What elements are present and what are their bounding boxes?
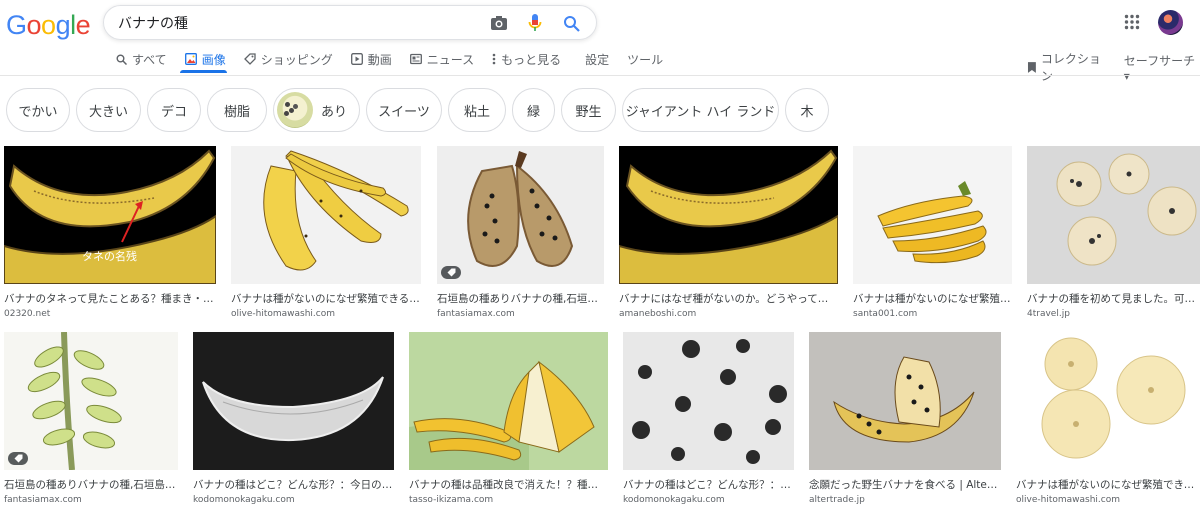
image-result[interactable]: 念願だった野生バナナを食べる | Alter Tra... altertrade… — [809, 332, 1001, 505]
result-image[interactable] — [4, 332, 178, 470]
result-title[interactable]: バナナのタネって見たことある？種まき・育苗... — [4, 291, 216, 306]
collections-link[interactable]: コレクション — [1027, 50, 1112, 84]
result-title[interactable]: 石垣島の種ありバナナの種,石垣島の... — [437, 291, 604, 306]
avatar[interactable] — [1158, 10, 1183, 35]
chip-sweets[interactable]: スイーツ — [366, 88, 442, 132]
search-input[interactable] — [118, 14, 488, 31]
refinement-chips: でかい 大きい デコ 樹脂 あり スイーツ 粘土 緑 野生 ジャイアント ハイ … — [6, 88, 829, 132]
safesearch-dropdown[interactable]: セーフサーチ▾ — [1124, 52, 1200, 83]
result-source[interactable]: fantasiamax.com — [4, 495, 178, 505]
image-result[interactable]: バナナの種を初めて見ました。可愛... 4travel.jp — [1027, 146, 1200, 319]
result-source[interactable]: fantasiamax.com — [437, 309, 604, 319]
chip-ari[interactable]: あり — [273, 88, 360, 132]
active-tab-indicator — [180, 70, 227, 73]
more-vert-icon — [492, 53, 496, 65]
chip-deko[interactable]: デコ — [147, 88, 201, 132]
microphone-icon[interactable] — [524, 12, 546, 34]
result-image[interactable] — [231, 146, 421, 284]
result-title[interactable]: バナナの種は品種改良で消えた！？種がなし... — [409, 477, 608, 492]
result-source[interactable]: kodomonokagaku.com — [193, 495, 394, 505]
google-logo[interactable]: Google — [6, 10, 91, 41]
result-title[interactable]: バナナにはなぜ種がないのか。どうやって子孫... — [619, 291, 838, 306]
image-result[interactable]: バナナは種がないのになぜ繁殖できるの... olive-hitomawashi.… — [231, 146, 421, 319]
result-source[interactable]: olive-hitomawashi.com — [1016, 495, 1200, 505]
result-source[interactable]: tasso-ikizama.com — [409, 495, 608, 505]
right-tools: コレクション セーフサーチ▾ — [1027, 50, 1200, 84]
image-icon — [184, 53, 197, 65]
chip-yasei[interactable]: 野生 — [561, 88, 616, 132]
result-title[interactable]: バナナは種がないのになぜ繁殖できるの... — [231, 291, 421, 306]
chip-jushi[interactable]: 樹脂 — [207, 88, 267, 132]
tag-icon — [243, 53, 256, 65]
result-title[interactable]: バナナは種がないのになぜ繁殖できる... — [1016, 477, 1200, 492]
result-image[interactable] — [1027, 146, 1200, 284]
result-title[interactable]: バナナの種を初めて見ました。可愛... — [1027, 291, 1200, 306]
result-image[interactable] — [623, 332, 794, 470]
tab-videos[interactable]: 動画 — [350, 50, 392, 68]
result-image[interactable] — [437, 146, 604, 284]
result-title[interactable]: バナナは種がないのになぜ繁殖で... — [853, 291, 1012, 306]
tab-news[interactable]: ニュース — [409, 50, 474, 68]
image-result[interactable]: バナナの種はどこ？どんな形？：今日のはて... kodomonokagaku.c… — [193, 332, 394, 505]
bookmark-icon — [1027, 61, 1036, 73]
result-image[interactable]: タネの名残 — [4, 146, 216, 284]
tab-shopping[interactable]: ショッピング — [243, 50, 333, 68]
search-tabs: すべて 画像 ショッピング 動画 ニュース もっと見る 設定 ツール — [116, 50, 681, 68]
result-title[interactable]: バナナの種はどこ？どんな形？：今日... — [623, 477, 794, 492]
product-tag-icon — [441, 266, 461, 279]
header-divider — [0, 75, 1200, 76]
chip-giant-highland[interactable]: ジャイアント ハイ ランド — [622, 88, 779, 132]
product-tag-icon — [8, 452, 28, 465]
image-result[interactable]: バナナの種は品種改良で消えた！？種がなし... tasso-ikizama.co… — [409, 332, 608, 505]
result-source[interactable]: altertrade.jp — [809, 495, 1001, 505]
chip-midori[interactable]: 緑 — [512, 88, 555, 132]
result-source[interactable]: amaneboshi.com — [619, 309, 838, 319]
image-overlay-text: タネの名残 — [82, 249, 137, 263]
tools-link[interactable]: ツール — [627, 51, 663, 68]
tab-images[interactable]: 画像 — [184, 50, 226, 68]
chip-ookii[interactable]: 大きい — [76, 88, 141, 132]
chip-thumbnail — [277, 92, 313, 128]
result-image[interactable] — [409, 332, 608, 470]
search-icon[interactable] — [560, 12, 582, 34]
image-result[interactable]: バナナの種はどこ？どんな形？：今日... kodomonokagaku.com — [623, 332, 794, 505]
result-source[interactable]: olive-hitomawashi.com — [231, 309, 421, 319]
chip-ki[interactable]: 木 — [785, 88, 829, 132]
tab-all[interactable]: すべて — [116, 50, 167, 68]
tab-more[interactable]: もっと見る — [492, 50, 561, 68]
result-title[interactable]: 石垣島の種ありバナナの種,石垣島の... — [4, 477, 178, 492]
result-image[interactable] — [193, 332, 394, 470]
image-result[interactable]: 石垣島の種ありバナナの種,石垣島の... fantasiamax.com — [4, 332, 178, 505]
image-result[interactable]: バナナは種がないのになぜ繁殖できる... olive-hitomawashi.c… — [1016, 332, 1200, 505]
result-image[interactable] — [809, 332, 1001, 470]
result-source[interactable]: santa001.com — [853, 309, 1012, 319]
play-icon — [350, 53, 363, 65]
result-image[interactable] — [1016, 332, 1200, 470]
image-result[interactable]: 石垣島の種ありバナナの種,石垣島の... fantasiamax.com — [437, 146, 604, 319]
search-box[interactable] — [103, 5, 597, 40]
image-result[interactable]: バナナにはなぜ種がないのか。どうやって子孫... amaneboshi.com — [619, 146, 838, 319]
result-source[interactable]: kodomonokagaku.com — [623, 495, 794, 505]
camera-icon[interactable] — [488, 12, 510, 34]
result-image[interactable] — [619, 146, 838, 284]
result-title[interactable]: 念願だった野生バナナを食べる | Alter Tra... — [809, 477, 1001, 492]
chip-nendo[interactable]: 粘土 — [448, 88, 506, 132]
image-result[interactable]: バナナは種がないのになぜ繁殖で... santa001.com — [853, 146, 1012, 319]
chip-dekai[interactable]: でかい — [6, 88, 70, 132]
image-result[interactable]: タネの名残 バナナのタネって見たことある？種まき・育苗... 02320.net — [4, 146, 216, 319]
search-icon — [116, 54, 127, 65]
apps-grid-icon[interactable] — [1124, 14, 1140, 34]
result-image[interactable] — [853, 146, 1012, 284]
news-icon — [409, 53, 422, 65]
settings-link[interactable]: 設定 — [585, 51, 609, 68]
result-source[interactable]: 02320.net — [4, 309, 216, 319]
result-source[interactable]: 4travel.jp — [1027, 309, 1200, 319]
result-title[interactable]: バナナの種はどこ？どんな形？：今日のはて... — [193, 477, 394, 492]
